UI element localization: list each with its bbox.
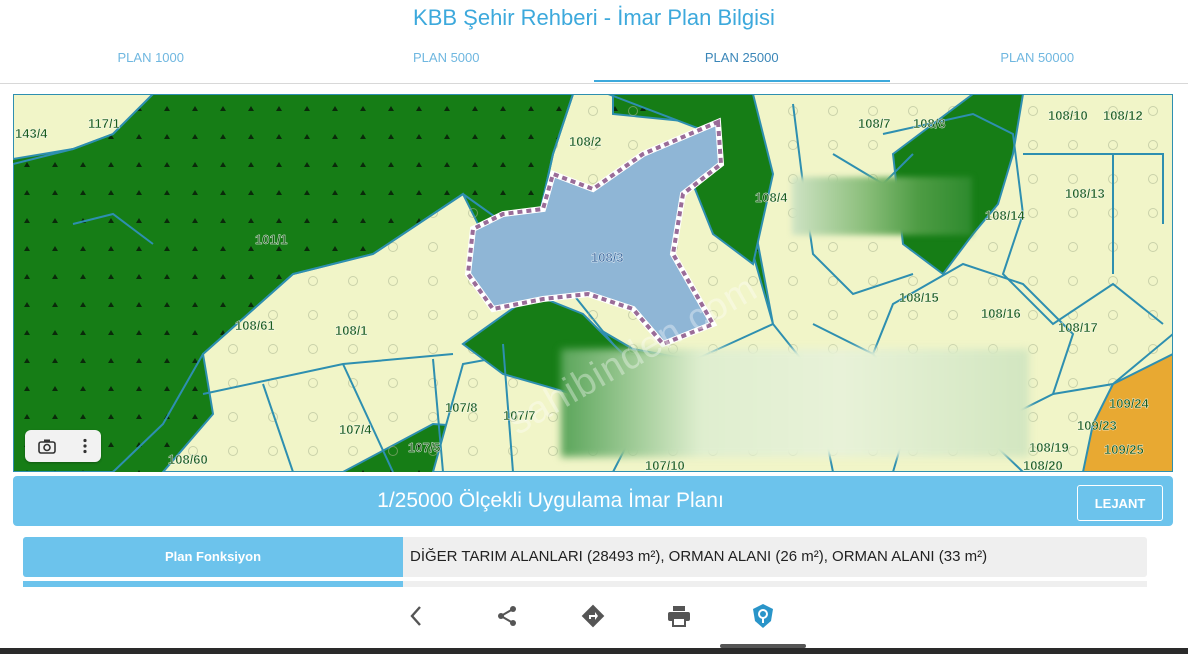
print-icon[interactable] [659, 600, 699, 632]
app-window: KBB Şehir Rehberi - İmar Plan Bilgisi PL… [0, 0, 1188, 654]
parcel-label: 108/8 [913, 116, 946, 131]
parcel-label: 108/17 [1058, 320, 1098, 335]
camera-icon[interactable] [38, 438, 56, 454]
blurred-region [792, 177, 972, 235]
zoning-map[interactable]: 143/4 117/1 108/2 108/7 108/8 108/10 108… [13, 94, 1173, 472]
parcel-label: 108/4 [755, 190, 788, 205]
screen-bottom-edge [0, 648, 1188, 654]
parcel-label: 143/4 [15, 126, 48, 141]
parcel-label: 101/1 [255, 232, 288, 247]
parcel-label: 108/13 [1065, 186, 1105, 201]
parcel-label: 108/61 [235, 318, 275, 333]
parcel-label: 109/23 [1077, 418, 1117, 433]
tab-plan-50000[interactable]: PLAN 50000 [890, 36, 1186, 82]
next-info-label [23, 581, 403, 587]
parcel-label: 108/3 [591, 250, 624, 265]
parcel-label: 108/10 [1048, 108, 1088, 123]
parcel-label: 107/8 [445, 400, 478, 415]
tab-plan-1000[interactable]: PLAN 1000 [3, 36, 299, 82]
plan-tabs: PLAN 1000 PLAN 5000 PLAN 25000 PLAN 5000… [0, 36, 1188, 82]
plan-title: 1/25000 Ölçekli Uygulama İmar Planı [377, 489, 724, 512]
tab-plan-5000[interactable]: PLAN 5000 [299, 36, 595, 82]
tab-plan-25000[interactable]: PLAN 25000 [594, 36, 890, 82]
parcel-label: 108/20 [1023, 458, 1063, 472]
chevron-left-icon[interactable] [396, 600, 436, 632]
share-icon[interactable] [487, 600, 527, 632]
plan-header-bar: 1/25000 Ölçekli Uygulama İmar Planı LEJA… [13, 476, 1173, 526]
parcel-label: 107/5 [408, 440, 441, 455]
bottom-navigation [0, 590, 1188, 654]
parcel-label: 117/1 [88, 116, 120, 131]
parcel-label: 108/1 [335, 323, 368, 338]
parcel-label: 108/14 [985, 208, 1026, 223]
map-toolbar [25, 430, 101, 462]
plan-function-row: Plan Fonksiyon DİĞER TARIM ALANLARI (284… [23, 537, 1147, 577]
parcel-label: 108/12 [1103, 108, 1143, 123]
plan-function-label: Plan Fonksiyon [23, 537, 403, 577]
parcel-label: 107/4 [339, 422, 372, 437]
directions-icon[interactable] [573, 600, 613, 632]
parcel-label: 108/60 [168, 452, 208, 467]
more-vertical-icon[interactable] [82, 438, 88, 454]
parcel-label: 108/2 [569, 134, 602, 149]
next-info-row [23, 581, 1147, 587]
header: KBB Şehir Rehberi - İmar Plan Bilgisi PL… [0, 0, 1188, 84]
legend-button[interactable]: LEJANT [1077, 485, 1163, 521]
parcel-label: 107/10 [645, 458, 685, 472]
parcel-label: 108/15 [899, 290, 939, 305]
parcel-label: 108/19 [1029, 440, 1069, 455]
parcel-label: 109/24 [1109, 396, 1150, 411]
parcel-label: 108/16 [981, 306, 1021, 321]
page-title: KBB Şehir Rehberi - İmar Plan Bilgisi [413, 5, 775, 30]
parcel-label: 109/25 [1104, 442, 1144, 457]
parcel-label: 108/7 [858, 116, 891, 131]
plan-function-value: DİĞER TARIM ALANLARI (28493 m²), ORMAN A… [410, 548, 988, 565]
location-shield-icon[interactable] [743, 600, 783, 632]
